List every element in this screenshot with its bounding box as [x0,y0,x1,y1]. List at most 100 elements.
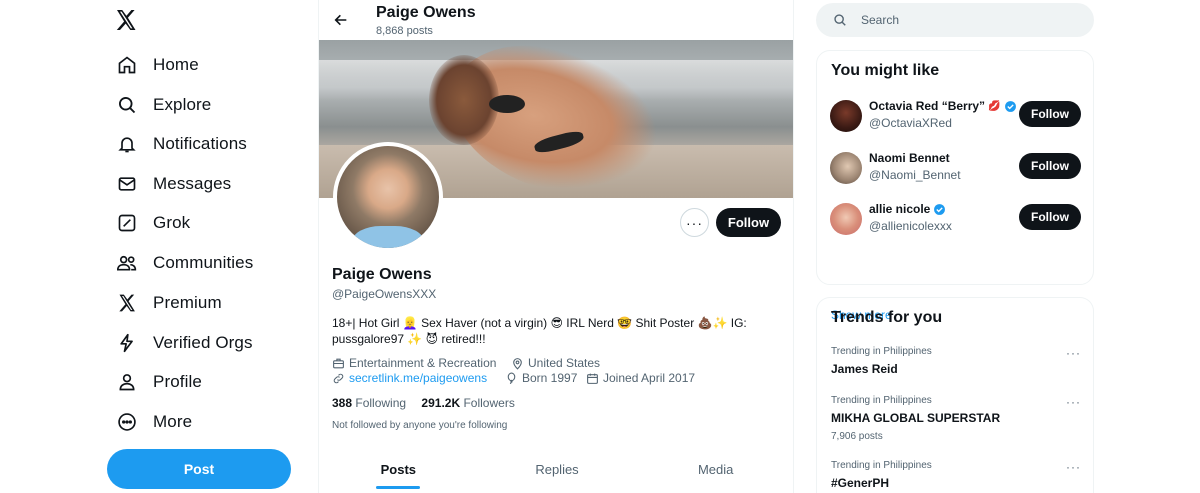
nav-home[interactable]: Home [116,49,199,81]
nav-communities-label: Communities [153,253,254,272]
nav-more-label: More [153,412,193,431]
nav-profile[interactable]: Profile [116,366,202,398]
envelope-icon [116,173,138,195]
trend-more-icon[interactable]: ··· [1066,460,1081,474]
trends-card: Trends for you Trending in Philippines J… [816,297,1094,493]
follow-button[interactable]: Follow [716,208,781,237]
tab-replies[interactable]: Replies [478,450,637,493]
follow-stats: 388 Following 291.2K Followers [332,396,515,410]
avatar[interactable] [830,203,862,235]
suggested-user-name: Octavia Red “Berry” 💋 [869,99,1017,113]
more-circle-icon [116,411,138,433]
profile-category: Entertainment & Recreation [332,356,496,370]
home-icon [116,54,138,76]
not-followed-note: Not followed by anyone you're following [332,420,508,431]
x-logo-icon [116,292,138,314]
search-icon [116,94,138,116]
profile-birthdate: Born 1997 [505,371,577,385]
trend-context: Trending in Philippines [831,346,932,357]
trend-context: Trending in Philippines [831,395,932,406]
trend-item[interactable]: Trending in Philippines MIKHA GLOBAL SUP… [831,395,1081,442]
profile-header-bar: Paige Owens 8,868 posts [319,0,793,40]
suggested-user-handle: @allienicolexxx [869,219,952,233]
nav-communities[interactable]: Communities [116,247,253,279]
profile-link[interactable]: secretlink.me/paigeowens [332,371,487,385]
trend-context: Trending in Philippines [831,460,932,471]
trends-title: Trends for you [831,309,943,326]
search-placeholder: Search [861,13,900,27]
trend-topic: MIKHA GLOBAL SUPERSTAR [831,411,1001,425]
nav-explore-label: Explore [153,95,212,114]
trend-more-icon[interactable]: ··· [1066,395,1081,409]
back-arrow-icon[interactable] [333,12,349,28]
nav-home-label: Home [153,55,199,74]
suggested-user[interactable]: Octavia Red “Berry” 💋 @OctaviaXRed Follo… [830,97,1082,137]
suggested-user-handle: @OctaviaXRed [869,116,952,130]
search-icon [834,14,846,26]
trend-item[interactable]: Trending in Philippines #GenerPH ··· [831,460,1081,490]
profile-avatar[interactable] [333,142,443,252]
nav-messages[interactable]: Messages [116,168,231,200]
nav-messages-label: Messages [153,174,232,193]
suggested-user-name: Naomi Bennet [869,151,950,165]
profile-bio: 18+| Hot Girl 👱‍♀️ Sex Haver (not a virg… [332,315,782,347]
profile-joined: Joined April 2017 [586,371,695,385]
header-post-count: 8,868 posts [376,25,433,37]
header-name: Paige Owens [376,4,476,21]
tab-media[interactable]: Media [636,450,793,493]
trend-topic: James Reid [831,362,898,376]
nav-premium-label: Premium [153,293,222,312]
right-sidebar: Search You might like Octavia Red “Berry… [816,0,1094,493]
suggested-user[interactable]: allie nicole @allienicolexxx Follow [830,200,1082,240]
trend-topic: #GenerPH [831,476,890,490]
nav-profile-label: Profile [153,372,202,391]
trend-post-count: 7,906 posts [831,431,883,442]
profile-location: United States [511,356,600,370]
link-icon [333,373,344,383]
trend-more-icon[interactable]: ··· [1066,346,1081,360]
nav-verified-orgs-label: Verified Orgs [153,333,253,352]
profile-name: Paige Owens [332,266,432,283]
bell-icon [116,133,138,155]
nav-notifications[interactable]: Notifications [116,128,247,160]
nav-verified-orgs[interactable]: Verified Orgs [116,327,253,359]
verified-badge-icon [1004,100,1016,112]
left-sidebar: Home Explore Notifications Messages Grok… [100,0,310,493]
profile-handle: @PaigeOwensXXX [332,287,437,301]
location-pin-icon [513,357,522,370]
suggested-user[interactable]: Naomi Bennet @Naomi_Bennet Follow [830,149,1082,189]
who-to-follow-title: You might like [831,62,940,79]
nav-grok[interactable]: Grok [116,207,190,239]
post-button[interactable]: Post [107,449,291,489]
nav-premium[interactable]: Premium [116,287,222,319]
follow-button[interactable]: Follow [1019,153,1081,179]
following-stat[interactable]: 388 Following [332,396,406,410]
x-logo-icon[interactable] [114,8,140,34]
nav-grok-label: Grok [153,213,191,232]
who-to-follow-card: You might like Octavia Red “Berry” 💋 @Oc… [816,50,1094,322]
tab-posts[interactable]: Posts [319,450,478,493]
profile-column: Paige Owens 8,868 posts ··· Follow Paige… [318,0,794,493]
lightning-icon [116,332,138,354]
nav-notifications-label: Notifications [153,134,247,153]
follow-button[interactable]: Follow [1019,101,1081,127]
people-icon [116,252,138,274]
search-input[interactable]: Search [816,3,1094,37]
avatar[interactable] [830,100,862,132]
avatar[interactable] [830,152,862,184]
person-icon [116,371,138,393]
nav-explore[interactable]: Explore [116,89,211,121]
grok-icon [116,212,138,234]
verified-badge-icon [934,203,946,215]
more-options-button[interactable]: ··· [680,208,709,237]
nav-more[interactable]: More [116,406,192,438]
suggested-user-name: allie nicole [869,202,946,216]
calendar-icon [587,373,598,384]
suggested-user-handle: @Naomi_Bennet [869,168,961,182]
bio-line: 18+| Hot Girl 👱‍♀️ Sex Haver (not a virg… [332,316,747,330]
follow-button[interactable]: Follow [1019,204,1081,230]
briefcase-icon [333,358,344,368]
followers-stat[interactable]: 291.2K Followers [421,396,514,410]
trend-item[interactable]: Trending in Philippines James Reid ··· [831,346,1081,376]
bio-line: pussgalore97 ✨ 😈 retired!!! [332,332,486,346]
